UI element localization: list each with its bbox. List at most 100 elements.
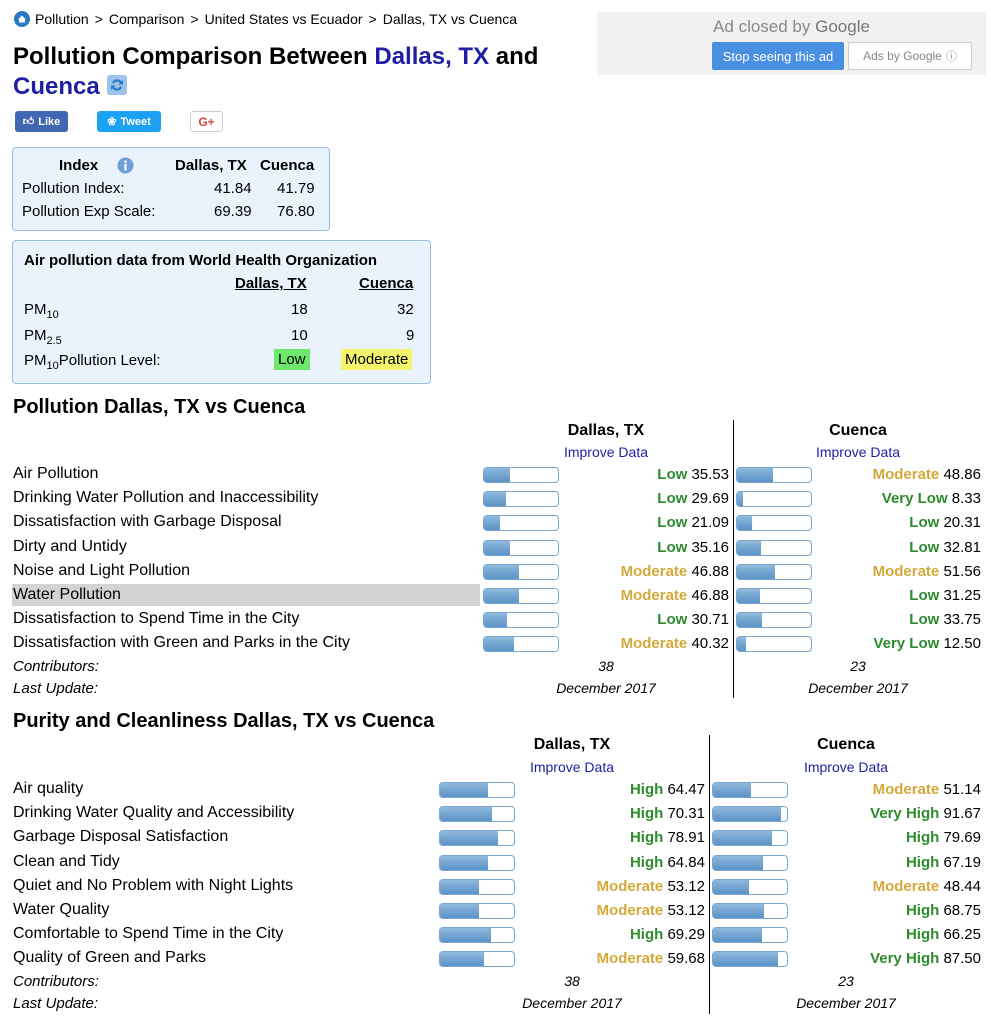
- pollution-improve-data-city2[interactable]: Improve Data: [768, 444, 948, 460]
- city1-score: Moderate 40.32: [621, 635, 729, 652]
- pm25-city2: 9: [406, 327, 415, 344]
- ads-by-label: Ads by Google: [863, 49, 942, 63]
- level-label: Low: [909, 514, 940, 532]
- score-bar-fill: [484, 564, 519, 579]
- city2-score-bar: [712, 830, 788, 847]
- score-bar-fill: [713, 879, 749, 894]
- purity-section-title: Purity and Cleanliness Dallas, TX vs Cue…: [13, 710, 435, 732]
- city2-score: Very Low 12.50: [873, 635, 981, 652]
- facebook-like-button[interactable]: 👍︎ Like: [15, 111, 68, 132]
- tweet-button[interactable]: ❀ Tweet: [97, 111, 161, 132]
- home-icon[interactable]: [14, 11, 30, 27]
- level-label: Very Low: [881, 490, 948, 508]
- info-icon[interactable]: [117, 157, 134, 174]
- google-plus-button[interactable]: G+: [190, 111, 223, 132]
- row-label: Dissatisfaction to Spend Time in the Cit…: [13, 610, 300, 628]
- city2-score-bar: [736, 539, 812, 556]
- refresh-icon[interactable]: [106, 74, 128, 96]
- purity-improve-data-city2[interactable]: Improve Data: [756, 759, 936, 775]
- score-value: 59.68: [667, 950, 705, 968]
- score-value: 46.88: [691, 587, 729, 604]
- level-label: Moderate: [872, 781, 940, 798]
- level-label: Very High: [870, 805, 940, 823]
- score-bar-fill: [737, 589, 761, 603]
- city1-score: Low 35.53: [657, 466, 729, 483]
- score-bar-fill: [737, 492, 744, 507]
- city1-score-bar: [483, 467, 559, 483]
- pm10-level-city1: Low: [274, 349, 310, 370]
- level-label: Low: [909, 538, 940, 556]
- city2-score: Low 32.81: [909, 539, 981, 556]
- row-label: Dirty and Untidy: [13, 537, 127, 555]
- who-city2-header: Cuenca: [359, 275, 414, 292]
- breadcrumb-pollution[interactable]: Pollution: [35, 11, 89, 27]
- score-value: 20.31: [943, 514, 981, 532]
- score-bar-fill: [713, 928, 763, 943]
- breadcrumb-countries[interactable]: United States vs Ecuador: [205, 11, 363, 27]
- score-value: 91.67: [943, 805, 981, 823]
- level-label: Very Low: [873, 635, 940, 653]
- city1-score: Moderate 53.12: [597, 902, 705, 919]
- score-bar-fill: [440, 928, 492, 943]
- contributors-city2: 23: [850, 658, 866, 674]
- pollution-index-city2: 41.79: [277, 180, 315, 197]
- city2-score-bar: [712, 878, 788, 895]
- city1-score: Low 21.09: [657, 514, 729, 531]
- city1-score: Low 35.16: [657, 539, 729, 556]
- score-value: 30.71: [691, 611, 729, 629]
- row-label: Air Pollution: [13, 465, 99, 482]
- score-value: 35.53: [691, 466, 729, 483]
- row-label: Drinking Water Pollution and Inaccessibi…: [13, 489, 319, 507]
- level-label: High: [629, 781, 664, 798]
- breadcrumb-comparison[interactable]: Comparison: [109, 11, 184, 27]
- pollution-improve-data-city1[interactable]: Improve Data: [516, 444, 696, 460]
- city1-score-bar: [483, 588, 559, 604]
- city2-score: Moderate 48.86: [873, 466, 981, 483]
- who-city1-header: Dallas, TX: [235, 275, 307, 292]
- stop-seeing-ad-button[interactable]: Stop seeing this ad: [712, 42, 844, 70]
- city2-score: High 66.25: [906, 926, 981, 943]
- purity-improve-data-city1[interactable]: Improve Data: [482, 759, 662, 775]
- city2-score-bar: [736, 467, 812, 483]
- who-air-pollution-box: Air pollution data from World Health Org…: [12, 240, 431, 384]
- breadcrumb-separator: >: [190, 11, 199, 27]
- city2-score: Low 20.31: [909, 514, 981, 531]
- score-value: 46.88: [691, 562, 729, 580]
- city1-score-bar: [439, 951, 515, 968]
- purity-city1-header: Dallas, TX: [533, 736, 611, 753]
- score-bar-fill: [440, 831, 499, 846]
- row-label: Water Quality: [13, 901, 110, 918]
- city1-score-bar: [483, 515, 559, 532]
- city1-score: Low 30.71: [657, 611, 729, 628]
- row-label: Noise and Light Pollution: [13, 561, 191, 579]
- level-label: Low: [909, 611, 940, 629]
- city2-score: Low 33.75: [909, 611, 981, 628]
- breadcrumb: Pollution > Comparison > United States vs Ec…: [14, 11, 517, 27]
- level-label: Moderate: [872, 877, 940, 895]
- score-bar-fill: [713, 904, 764, 918]
- score-value: 32.81: [943, 538, 981, 556]
- city1-score: Moderate 46.88: [621, 563, 729, 580]
- score-bar-fill: [484, 637, 514, 652]
- ads-by-google-button[interactable]: Ads by Google ⓘ: [848, 42, 972, 70]
- score-bar-fill: [737, 613, 762, 628]
- level-label: Moderate: [596, 950, 664, 968]
- city1-score: High 78.91: [630, 829, 705, 846]
- city2-score-bar: [736, 588, 812, 604]
- title-city2-link[interactable]: Cuenca: [13, 73, 100, 100]
- city2-score-bar: [736, 636, 812, 653]
- pm10-level-label: PM10Pollution Level:: [24, 352, 161, 372]
- pollution-index-city1: 41.84: [214, 180, 252, 197]
- score-bar-fill: [440, 783, 488, 797]
- gplus-label: G+: [198, 114, 215, 129]
- score-value: 21.09: [691, 514, 729, 532]
- level-label: Very High: [870, 950, 940, 968]
- page-title: Pollution Comparison Between Dallas, TX …: [13, 42, 593, 102]
- level-label: Low: [657, 466, 688, 483]
- city1-score: High 70.31: [630, 805, 705, 822]
- title-city1-link[interactable]: Dallas, TX: [374, 43, 489, 70]
- level-label: Moderate: [620, 587, 688, 604]
- level-label: Moderate: [872, 466, 940, 483]
- contributors-label: Contributors:: [13, 658, 99, 675]
- score-bar-fill: [484, 492, 506, 507]
